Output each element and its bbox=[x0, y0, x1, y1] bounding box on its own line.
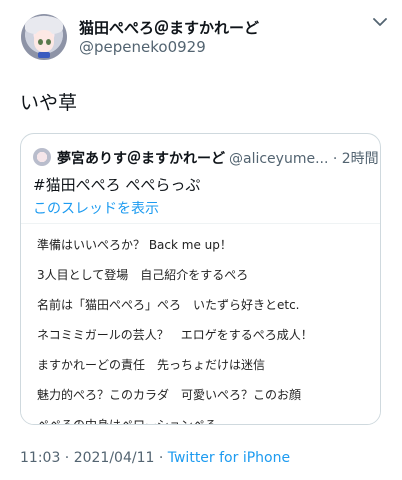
quoted-handle-time: @aliceyume... · 2時間 bbox=[229, 151, 379, 167]
show-thread-link[interactable]: このスレッドを表示 bbox=[33, 198, 159, 218]
image-text-line: ネコミミガールの芸人？ エロゲをするぺろ成人！ bbox=[37, 328, 313, 342]
image-text-line: 準備はいいぺろか？ Back me up！ bbox=[37, 238, 232, 252]
image-text-line: ますかれーどの責任 先っちょだけは迷信 bbox=[37, 358, 266, 372]
author-display-name[interactable]: 猫田ぺぺろ＠ますかれーど bbox=[79, 17, 259, 38]
client-link[interactable]: Twitter for iPhone bbox=[168, 450, 290, 466]
tweet-meta: 11:03 · 2021/04/11 · Twitter for iPhone bbox=[20, 450, 290, 466]
image-text-line: ぺぺろの中身はぺローションぺろ bbox=[37, 418, 217, 425]
author-avatar[interactable] bbox=[21, 14, 67, 60]
image-text-line: 3人目として登場 自己紹介をするぺろ bbox=[37, 268, 249, 282]
image-text-line: 魅力的ぺろ？このカラダ 可愛いぺろ？このお顔 bbox=[37, 388, 302, 402]
image-text-line: 名前は「猫田ぺぺろ」ぺろ いたずら好きとetc. bbox=[37, 298, 300, 312]
author-handle[interactable]: @pepeneko0929 bbox=[79, 38, 206, 56]
quoted-display-name: 夢宮ありす＠ますかれーど bbox=[57, 151, 225, 167]
tweet-text: いや草 bbox=[20, 92, 78, 114]
quoted-text: #猫田ぺぺろ ぺぺらっぷ bbox=[33, 176, 201, 194]
quoted-avatar bbox=[33, 148, 51, 166]
quoted-tweet[interactable]: 夢宮ありす＠ますかれーど @aliceyume... · 2時間 #猫田ぺぺろ … bbox=[20, 133, 381, 425]
timestamp[interactable]: 11:03 · 2021/04/11 · bbox=[20, 450, 168, 466]
chevron-down-icon[interactable] bbox=[370, 14, 390, 30]
quoted-image[interactable]: 準備はいいぺろか？ Back me up！ 3人目として登場 自己紹介をするぺろ… bbox=[21, 223, 380, 425]
